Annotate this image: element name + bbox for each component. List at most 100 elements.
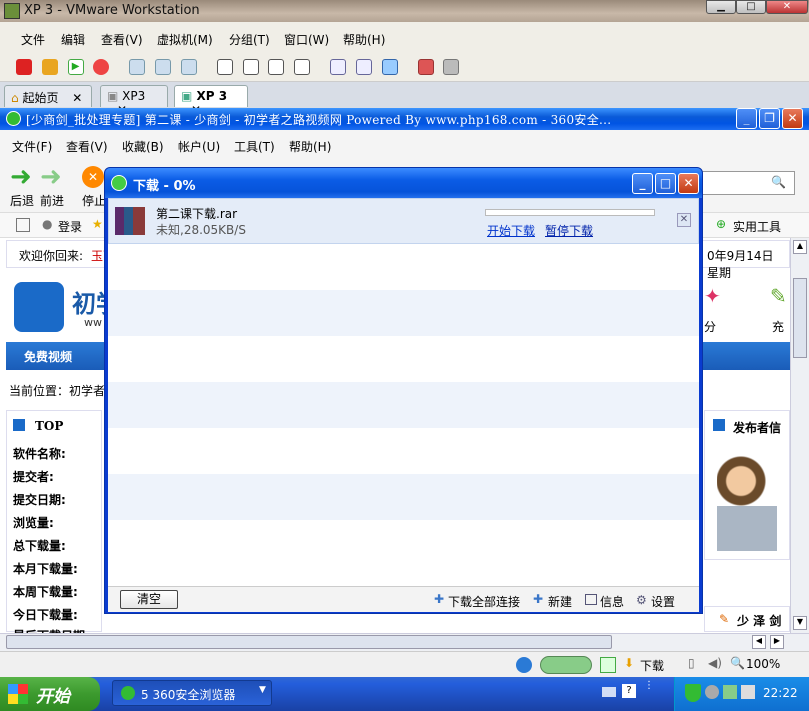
download-dialog: 下载 - 0% _ □ ✕ 第二课下载.rar 未知,28.05KB/S 开始下… bbox=[104, 167, 703, 614]
browser-restore-button[interactable]: ❐ bbox=[759, 108, 780, 129]
back-arrow-icon[interactable]: ➜ bbox=[10, 164, 32, 190]
browser-close-button[interactable]: ✕ bbox=[782, 108, 803, 129]
taskbar-task-browser[interactable]: 5 360安全浏览器 ▼ bbox=[112, 680, 272, 706]
sidebar-icon[interactable] bbox=[16, 218, 30, 232]
checked-icon[interactable] bbox=[600, 657, 616, 673]
search-input[interactable]: 🔍 bbox=[700, 171, 795, 195]
pause-icon[interactable] bbox=[41, 59, 58, 75]
help-icon[interactable]: ? bbox=[622, 684, 636, 698]
power-off-icon[interactable] bbox=[16, 59, 32, 75]
login-link[interactable]: 登录 bbox=[58, 218, 82, 235]
ime-icon[interactable]: ⋮ bbox=[644, 680, 654, 691]
vertical-scrollbar[interactable]: ▲ ▼ bbox=[790, 238, 809, 633]
clock[interactable]: 22:22 bbox=[763, 686, 798, 700]
scroll-left-icon[interactable]: ◀ bbox=[752, 635, 766, 649]
snapshot-manager-icon[interactable] bbox=[180, 59, 197, 75]
menu-help[interactable]: 帮助(H) bbox=[343, 31, 385, 48]
settings-icon[interactable] bbox=[443, 59, 460, 75]
zoom-icon[interactable]: 🔍 bbox=[730, 656, 745, 670]
site-logo-icon[interactable] bbox=[14, 282, 64, 332]
globe-icon[interactable] bbox=[516, 657, 532, 673]
favorites-star-icon[interactable]: ★ bbox=[92, 217, 103, 231]
browser-menu-view[interactable]: 查看(V) bbox=[66, 138, 108, 155]
tray-app-icon[interactable] bbox=[705, 685, 719, 699]
forward-label[interactable]: 前进 bbox=[40, 192, 64, 209]
tab-home[interactable]: ⌂ 起始页 ✕ bbox=[4, 85, 92, 107]
browser-menu-help[interactable]: 帮助(H) bbox=[289, 138, 331, 155]
menu-vm[interactable]: 虚拟机(M) bbox=[157, 31, 213, 48]
sidebar-toggle-icon[interactable] bbox=[216, 59, 233, 75]
reset-icon[interactable] bbox=[93, 59, 110, 75]
thumbnail-view-icon[interactable] bbox=[381, 59, 398, 75]
field-label: 浏览量: bbox=[13, 516, 54, 530]
field-label: 本周下载量: bbox=[13, 585, 78, 599]
browser-menu-account[interactable]: 帐户(U) bbox=[178, 138, 220, 155]
menu-window[interactable]: 窗口(W) bbox=[284, 31, 329, 48]
download-icon[interactable]: ⬇ bbox=[624, 656, 634, 670]
start-download-link[interactable]: 开始下载 bbox=[487, 222, 535, 239]
stop-icon[interactable]: ✕ bbox=[82, 166, 104, 188]
zoom-level[interactable]: 100% bbox=[746, 657, 780, 671]
dialog-minimize-button[interactable]: _ bbox=[632, 173, 653, 194]
menu-file[interactable]: 文件 bbox=[21, 31, 45, 48]
tab-xp-3[interactable]: ▣ XP 3 ✕ bbox=[174, 85, 248, 117]
keyboard-icon[interactable] bbox=[602, 687, 616, 697]
remove-item-icon[interactable]: ✕ bbox=[677, 213, 691, 227]
revert-snapshot-icon[interactable] bbox=[155, 59, 172, 75]
download-dialog-title-bar[interactable]: 下载 - 0% _ □ ✕ bbox=[105, 168, 702, 198]
unity-icon[interactable] bbox=[294, 59, 311, 75]
settings-button[interactable]: 设置 bbox=[651, 593, 675, 610]
snapshot-icon[interactable] bbox=[129, 59, 146, 75]
tab-xp3[interactable]: ▣ XP3 ✕ bbox=[100, 85, 168, 117]
free-video-link[interactable]: 免费视频 bbox=[24, 348, 72, 365]
browser-menu-tools[interactable]: 工具(T) bbox=[234, 138, 275, 155]
download-item[interactable]: 第二课下载.rar 未知,28.05KB/S 开始下载 暂停下载 ✕ bbox=[108, 198, 699, 244]
close-tab-icon[interactable]: ✕ bbox=[72, 91, 82, 105]
tray-network-icon[interactable] bbox=[723, 685, 737, 699]
security-shield-icon[interactable] bbox=[685, 684, 701, 702]
close-button[interactable]: ✕ bbox=[766, 0, 808, 14]
tray-display-icon[interactable] bbox=[741, 685, 755, 699]
volume-icon[interactable]: ◀) bbox=[708, 656, 722, 670]
fullscreen-icon[interactable] bbox=[242, 59, 259, 75]
hscroll-thumb[interactable] bbox=[6, 635, 612, 649]
minimize-button[interactable]: ▁ bbox=[706, 0, 736, 14]
menu-group[interactable]: 分组(T) bbox=[229, 31, 270, 48]
status-download[interactable]: 下载 bbox=[640, 657, 664, 674]
ctrl-alt-del-icon[interactable] bbox=[417, 59, 434, 75]
download-all-button[interactable]: 下载全部连接 bbox=[448, 593, 520, 610]
horizontal-scrollbar[interactable]: ◀ ▶ bbox=[0, 633, 809, 651]
browser-menubar: 文件(F) 查看(V) 收藏(B) 帐户(U) 工具(T) 帮助(H) bbox=[0, 130, 809, 160]
start-button[interactable]: 开始 bbox=[0, 677, 100, 711]
forward-arrow-icon[interactable]: ➜ bbox=[40, 164, 62, 190]
dialog-maximize-button[interactable]: □ bbox=[655, 173, 676, 194]
browser-minimize-button[interactable]: _ bbox=[736, 108, 757, 129]
clear-button[interactable]: 清空 bbox=[120, 590, 178, 609]
speed-toggle[interactable] bbox=[540, 656, 592, 674]
download-dialog-footer: 清空 ✚ 下载全部连接 ✚ 新建 信息 ⚙ 设置 bbox=[108, 586, 699, 612]
scroll-thumb[interactable] bbox=[793, 278, 807, 358]
pause-download-link[interactable]: 暂停下载 bbox=[545, 222, 593, 239]
maximize-button[interactable]: □ bbox=[736, 0, 766, 14]
browser-menu-file[interactable]: 文件(F) bbox=[12, 138, 52, 155]
menu-view[interactable]: 查看(V) bbox=[101, 31, 143, 48]
search-icon[interactable]: 🔍 bbox=[771, 175, 786, 189]
mobile-icon[interactable]: ▯ bbox=[688, 656, 695, 670]
summary-view-icon[interactable] bbox=[355, 59, 372, 75]
menu-edit[interactable]: 编辑 bbox=[61, 31, 85, 48]
tools-link[interactable]: 实用工具 bbox=[733, 218, 781, 235]
stop-label[interactable]: 停止 bbox=[82, 192, 106, 209]
side-label-2: 充 bbox=[772, 320, 785, 334]
browser-menu-favorites[interactable]: 收藏(B) bbox=[122, 138, 164, 155]
quick-switch-icon[interactable] bbox=[268, 59, 285, 75]
scroll-down-icon[interactable]: ▼ bbox=[793, 616, 807, 630]
new-button[interactable]: 新建 bbox=[548, 593, 572, 610]
play-icon[interactable]: ▶ bbox=[67, 59, 84, 75]
info-button[interactable]: 信息 bbox=[600, 593, 624, 610]
dialog-close-button[interactable]: ✕ bbox=[678, 173, 699, 194]
vm-icon: ▣ bbox=[107, 89, 119, 103]
back-label[interactable]: 后退 bbox=[10, 192, 34, 209]
scroll-right-icon[interactable]: ▶ bbox=[770, 635, 784, 649]
console-view-icon[interactable] bbox=[330, 59, 347, 75]
scroll-up-icon[interactable]: ▲ bbox=[793, 240, 807, 254]
